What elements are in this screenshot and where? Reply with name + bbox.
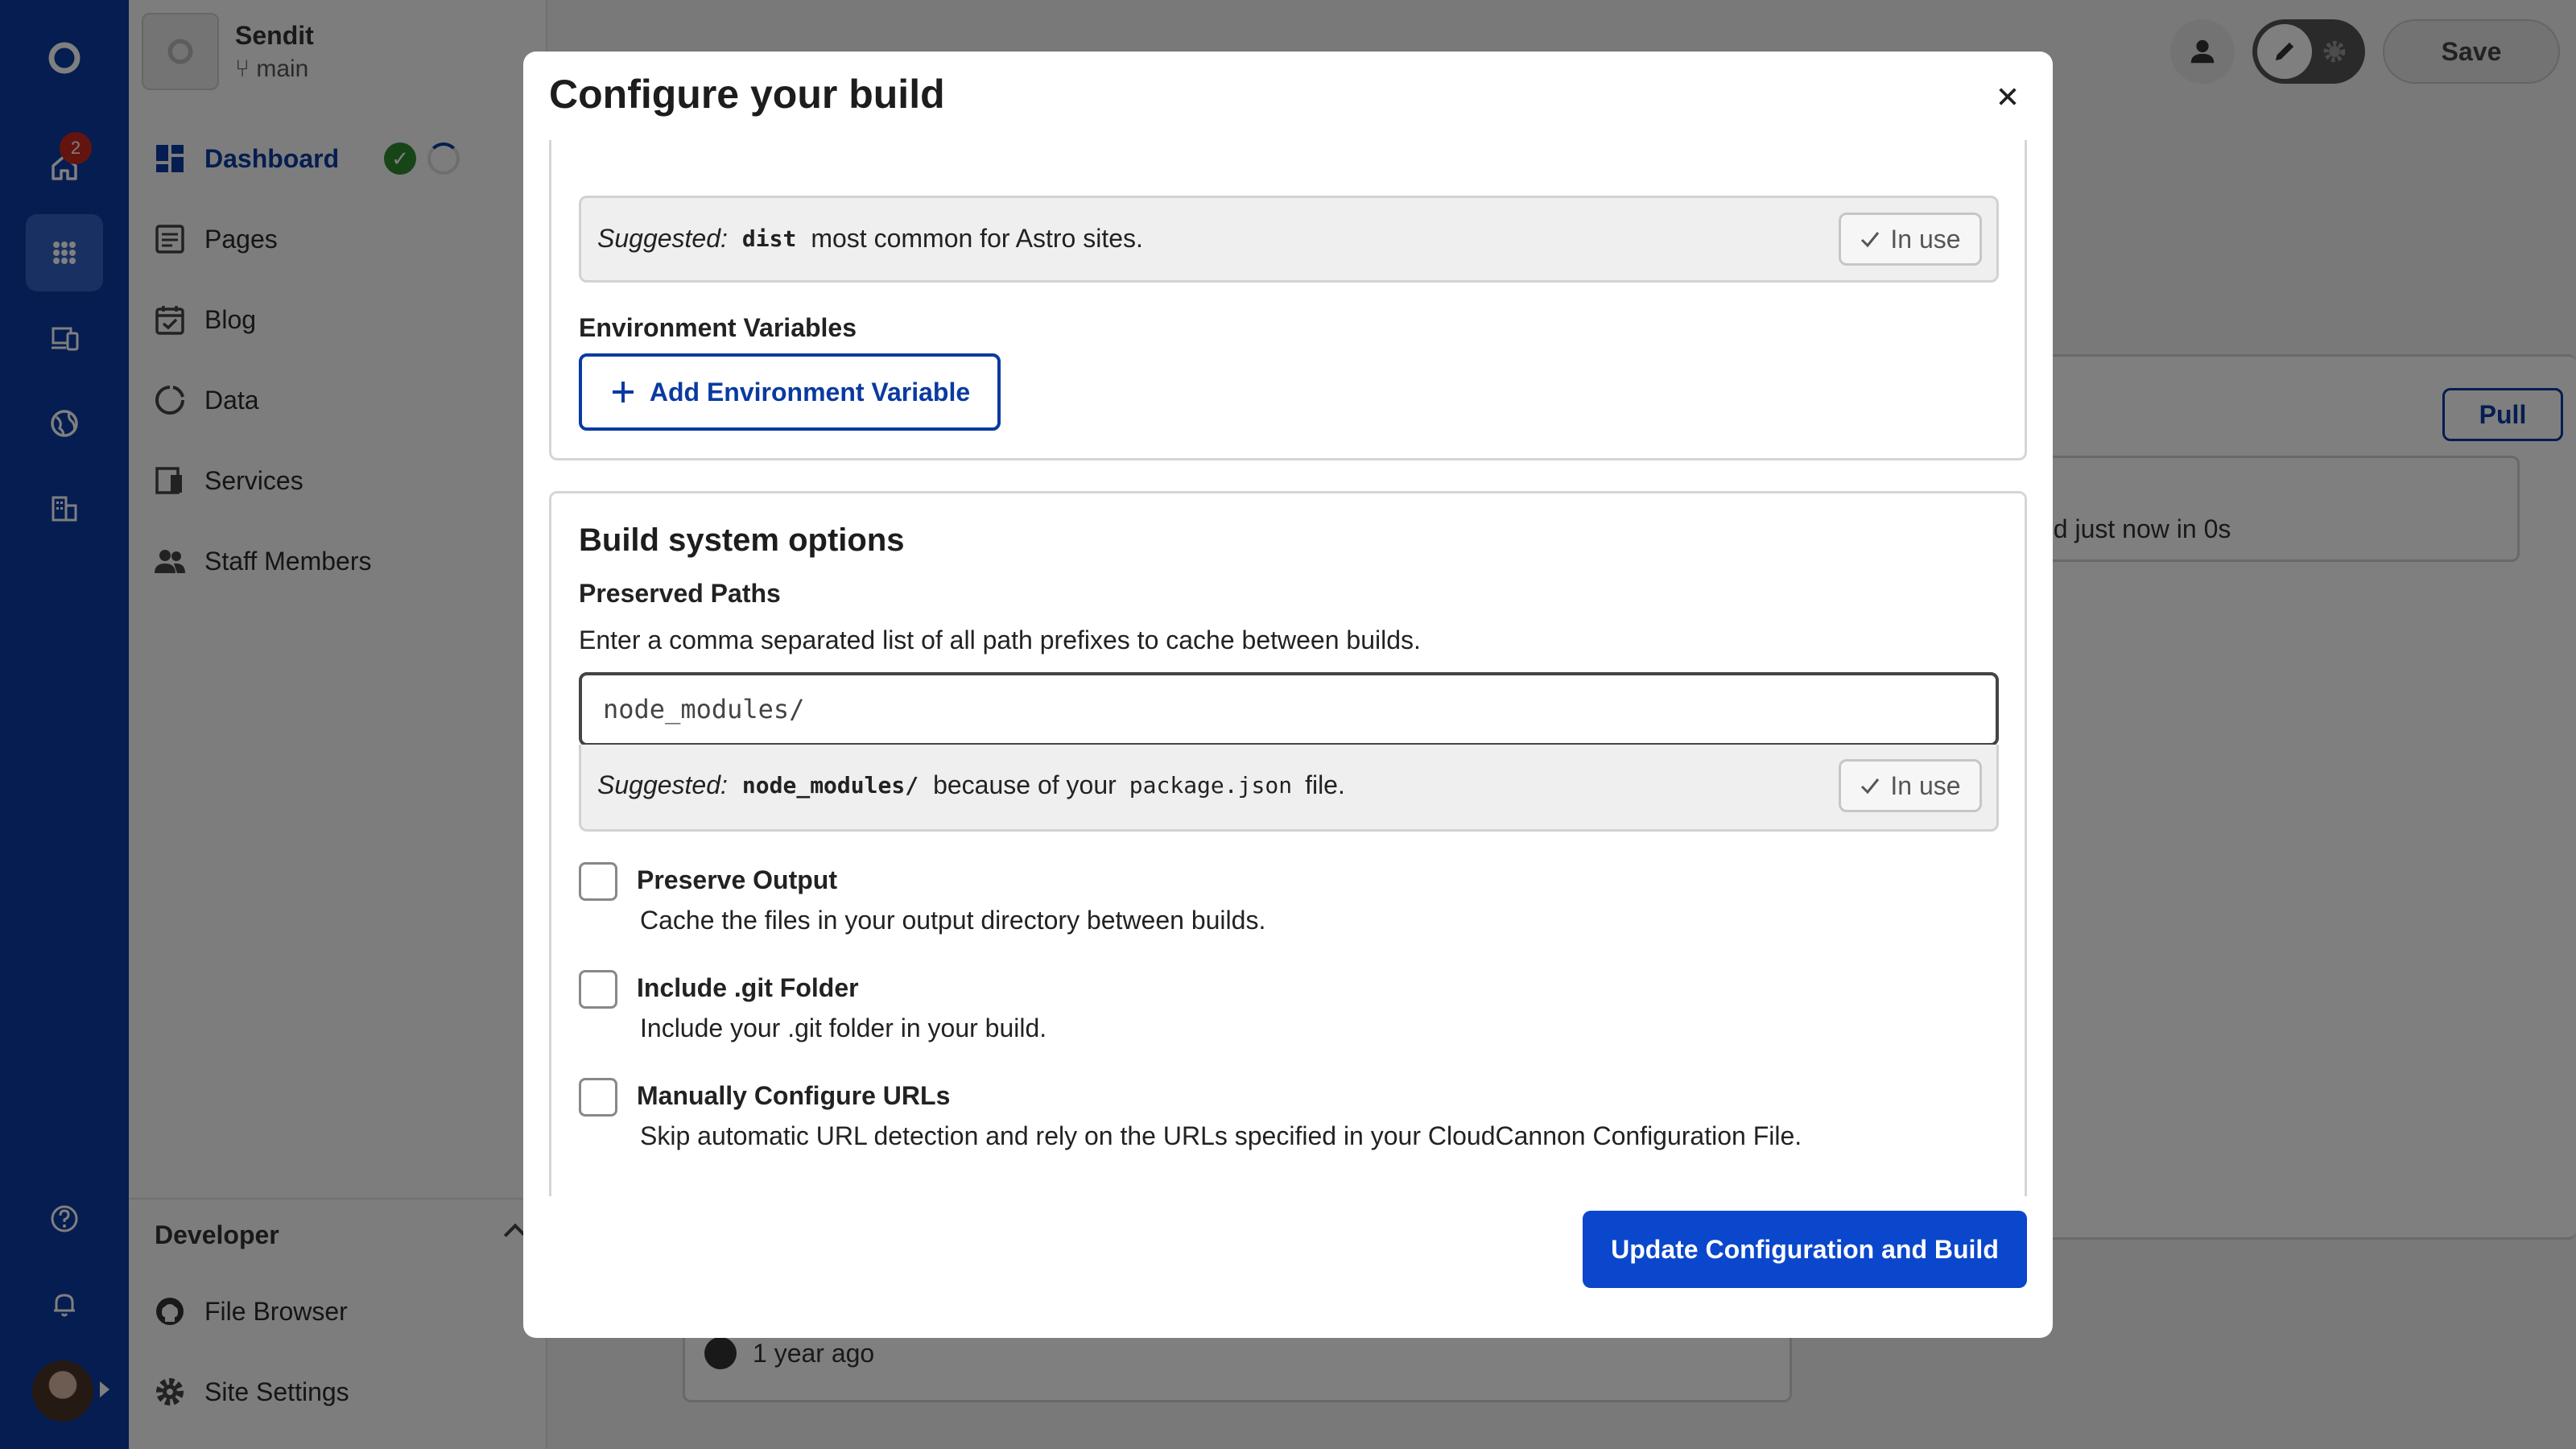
env-vars-label: Environment Variables xyxy=(579,313,857,342)
include-git-folder-checkbox[interactable] xyxy=(579,970,617,1009)
build-system-section: Build system options Preserved Paths Ent… xyxy=(549,491,2027,1196)
build-system-title: Build system options xyxy=(579,522,905,558)
check-icon xyxy=(1861,778,1880,795)
close-icon[interactable] xyxy=(1987,76,2029,118)
check-icon xyxy=(1861,232,1880,248)
preserved-paths-suggestion: Suggested: node_modules/ because of your… xyxy=(579,745,1999,832)
update-configuration-button[interactable]: Update Configuration and Build xyxy=(1583,1211,2027,1288)
modal-title: Configure your build xyxy=(549,72,945,117)
add-environment-variable-button[interactable]: Add Environment Variable xyxy=(579,353,1001,431)
plus-icon xyxy=(612,382,634,402)
preserve-output-checkbox[interactable] xyxy=(579,862,617,901)
modal-body[interactable]: Suggested: dist most common for Astro si… xyxy=(549,140,2027,1196)
manually-configure-urls-checkbox[interactable] xyxy=(579,1078,617,1117)
configure-build-modal: Configure your build Suggested: dist mos… xyxy=(523,52,2053,1338)
preserved-paths-input[interactable]: node_modules/ xyxy=(579,672,1999,746)
output-suggestion: Suggested: dist most common for Astro si… xyxy=(579,196,1999,283)
build-output-section: Suggested: dist most common for Astro si… xyxy=(549,140,2027,460)
preserved-paths-label: Preserved Paths xyxy=(579,579,781,608)
preserved-paths-description: Enter a comma separated list of all path… xyxy=(579,625,1421,654)
output-in-use-button[interactable]: In use xyxy=(1839,213,1982,266)
preserved-paths-in-use-button[interactable]: In use xyxy=(1839,759,1982,812)
